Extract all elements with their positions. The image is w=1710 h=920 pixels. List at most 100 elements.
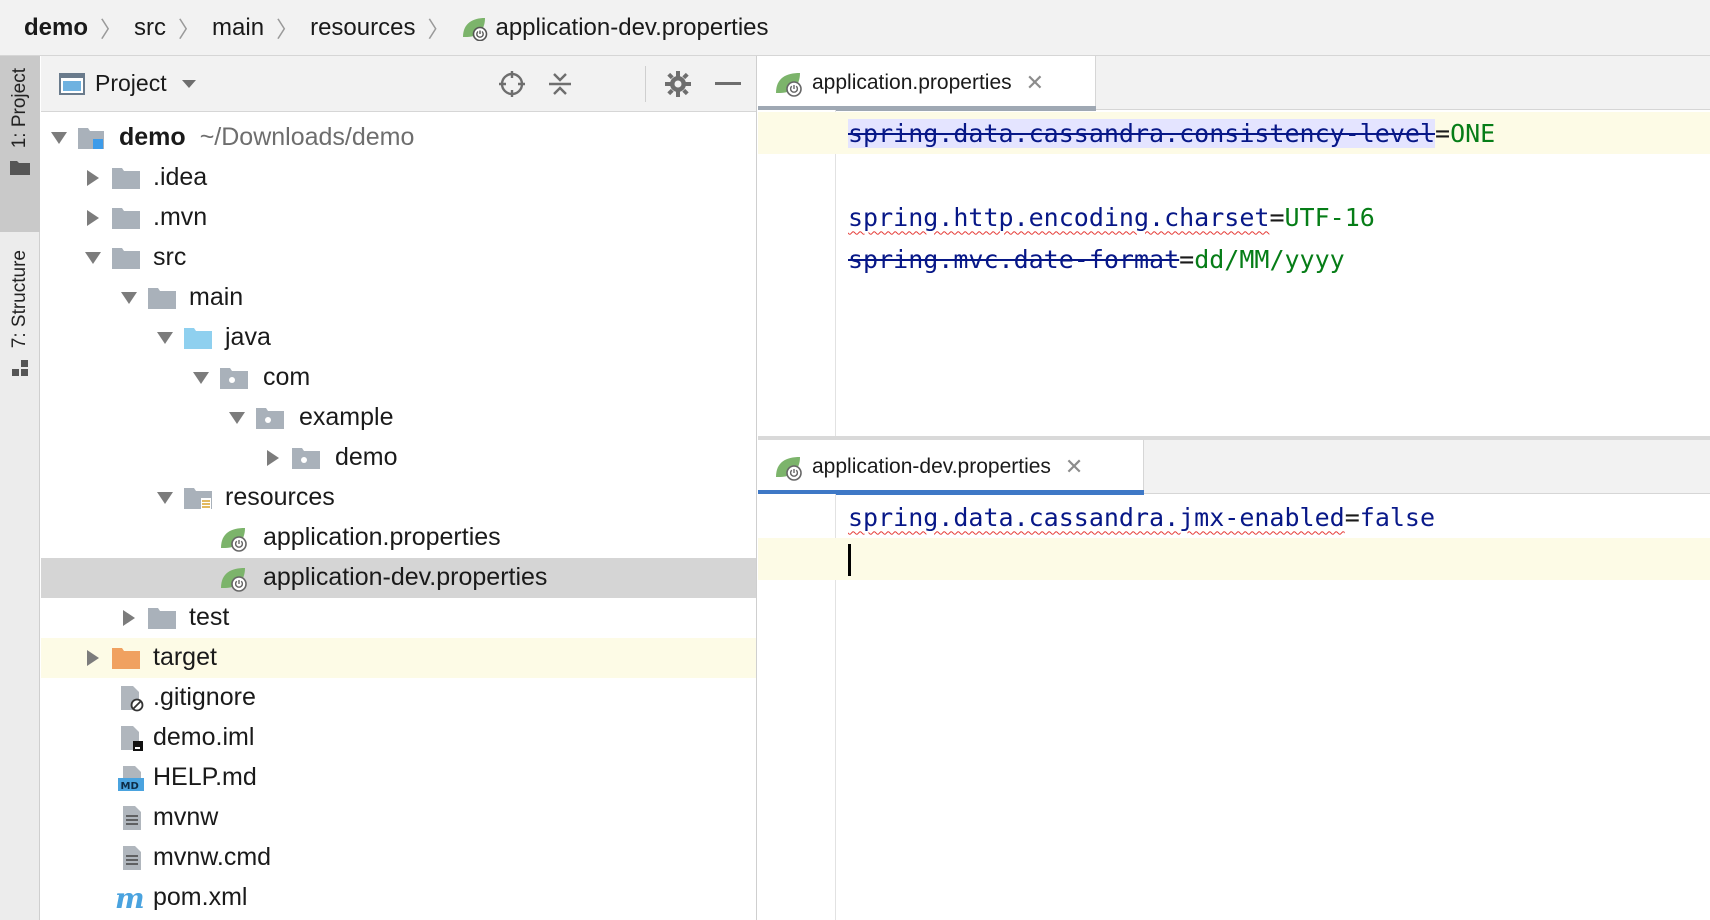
property-key: spring.mvc.date-format	[848, 244, 1180, 274]
tree-row-com[interactable]: com	[41, 358, 756, 398]
project-view-selector[interactable]: Project	[95, 70, 167, 97]
folder-icon	[148, 288, 176, 309]
resources-folder-icon	[184, 488, 212, 510]
expanded-arrow-icon[interactable]	[155, 488, 175, 508]
project-tool-tab[interactable]: 1: Project	[0, 56, 40, 232]
breadcrumb-item-src[interactable]: src	[134, 14, 166, 42]
collapse-all-icon[interactable]	[543, 68, 577, 100]
breadcrumb-separator: 〉	[276, 16, 299, 42]
code-line[interactable]: spring.data.cassandra.consistency-level=…	[758, 112, 1710, 154]
code-line-current[interactable]	[758, 538, 1710, 580]
expanded-arrow-icon[interactable]	[49, 128, 69, 148]
breadcrumb-item-resources[interactable]: resources	[310, 14, 415, 42]
tree-label-main: main	[189, 283, 244, 311]
tree-row-resources[interactable]: resources	[41, 478, 756, 518]
folder-icon	[9, 158, 31, 181]
editor-bottom-tab-bar: application-dev.properties ✕	[758, 440, 1710, 495]
tree-row-demo-root[interactable]: demo ~/Downloads/demo	[41, 118, 756, 158]
tree-row-demo-package[interactable]: demo	[41, 438, 756, 478]
property-value: dd/MM/yyyy	[1194, 244, 1345, 274]
tree-row-idea[interactable]: .idea	[41, 158, 756, 198]
tree-row-demo-iml[interactable]: demo.iml	[41, 718, 756, 758]
tree-label-application-properties: application.properties	[263, 523, 501, 551]
svg-text:m: m	[115, 884, 145, 912]
tree-row-main[interactable]: main	[41, 278, 756, 318]
tree-row-application-properties[interactable]: application.properties	[41, 518, 756, 558]
property-value: UTF-16	[1284, 202, 1375, 232]
code-line[interactable]: spring.http.encoding.charset=UTF-16	[758, 196, 1710, 238]
hide-panel-icon[interactable]	[711, 68, 745, 100]
navigation-breadcrumb: demo 〉 src 〉 main 〉 resources 〉 applicat…	[0, 0, 1710, 56]
collapsed-arrow-icon[interactable]	[83, 208, 103, 228]
structure-tool-tab[interactable]: 7: Structure	[0, 246, 40, 416]
spring-properties-icon	[774, 453, 804, 481]
equals-sign: =	[1344, 502, 1360, 532]
tree-label-java: java	[225, 323, 271, 351]
editor-top-tab-bar: application.properties ✕	[758, 56, 1710, 111]
spring-properties-icon	[461, 15, 489, 41]
code-line[interactable]: spring.data.cassandra.jmx-enabled=false	[758, 496, 1710, 538]
spring-properties-icon	[221, 568, 247, 592]
property-key: spring.http.encoding.charset	[848, 202, 1270, 232]
equals-sign: =	[1179, 244, 1195, 274]
tree-row-example[interactable]: example	[41, 398, 756, 438]
locate-file-icon[interactable]	[495, 68, 529, 100]
collapsed-arrow-icon[interactable]	[119, 608, 139, 628]
folder-icon	[112, 208, 140, 229]
tree-label-test: test	[189, 603, 230, 631]
collapsed-arrow-icon[interactable]	[263, 448, 283, 468]
expanded-arrow-icon[interactable]	[155, 328, 175, 348]
breadcrumb-item-file[interactable]: application-dev.properties	[461, 13, 769, 42]
tree-row-java[interactable]: java	[41, 318, 756, 358]
tab-application-properties[interactable]: application.properties ✕	[758, 56, 1096, 111]
property-key: spring.data.cassandra.jmx-enabled	[848, 502, 1345, 532]
collapsed-arrow-icon[interactable]	[83, 648, 103, 668]
header-divider	[645, 66, 646, 102]
tree-row-src[interactable]: src	[41, 238, 756, 278]
tree-label-mvnw: mvnw	[153, 803, 219, 831]
package-icon	[256, 408, 284, 429]
ignore-file-icon	[121, 686, 144, 712]
close-icon[interactable]: ✕	[1026, 70, 1044, 96]
code-line[interactable]: spring.mvc.date-format=dd/MM/yyyy	[758, 238, 1710, 280]
tree-row-mvn[interactable]: .mvn	[41, 198, 756, 238]
expanded-arrow-icon[interactable]	[119, 288, 139, 308]
chevron-down-icon[interactable]	[181, 79, 197, 89]
expanded-arrow-icon[interactable]	[227, 408, 247, 428]
tree-label-gitignore: .gitignore	[153, 683, 256, 711]
tree-label-help-md: HELP.md	[153, 763, 257, 791]
project-panel-header: Project	[41, 56, 756, 112]
tree-label-src: src	[153, 243, 187, 271]
tab-application-dev-properties[interactable]: application-dev.properties ✕	[758, 440, 1144, 495]
tree-row-pom-xml[interactable]: m pom.xml	[41, 878, 756, 918]
tree-row-test[interactable]: test	[41, 598, 756, 638]
gear-icon[interactable]	[661, 68, 695, 100]
tree-row-help-md[interactable]: MD HELP.md	[41, 758, 756, 798]
tree-label-idea: .idea	[153, 163, 208, 191]
tree-row-target[interactable]: target	[41, 638, 756, 678]
property-key: spring.data.cassandra.consistency-level	[848, 118, 1435, 148]
expanded-arrow-icon[interactable]	[83, 248, 103, 268]
svg-text:MD: MD	[121, 781, 139, 792]
tree-row-mvnw-cmd[interactable]: mvnw.cmd	[41, 838, 756, 878]
editor-bottom: application-dev.properties ✕ spring.data…	[758, 440, 1710, 920]
tree-label-mvnw-cmd: mvnw.cmd	[153, 843, 272, 871]
code-line-empty[interactable]	[758, 154, 1710, 196]
tree-row-mvnw[interactable]: mvnw	[41, 798, 756, 838]
tree-label-demo: demo	[119, 123, 186, 151]
close-icon[interactable]: ✕	[1065, 454, 1083, 480]
collapsed-arrow-icon[interactable]	[83, 168, 103, 188]
iml-file-icon	[121, 726, 143, 751]
breadcrumb-item-file-label: application-dev.properties	[495, 13, 769, 41]
tree-label-demo-iml: demo.iml	[153, 723, 255, 751]
expanded-arrow-icon[interactable]	[191, 368, 211, 388]
tree-row-gitignore[interactable]: .gitignore	[41, 678, 756, 718]
editor-top: application.properties ✕ spring.data.cas…	[758, 56, 1710, 436]
structure-tool-tab-label: 7: Structure	[9, 250, 30, 349]
package-icon	[292, 448, 320, 469]
maven-file-icon: m	[115, 884, 145, 912]
breadcrumb-item-demo[interactable]: demo	[24, 14, 88, 42]
tree-row-application-dev-properties[interactable]: application-dev.properties	[41, 558, 756, 598]
breadcrumb-item-main[interactable]: main	[212, 14, 264, 42]
tree-label-target: target	[153, 643, 217, 671]
